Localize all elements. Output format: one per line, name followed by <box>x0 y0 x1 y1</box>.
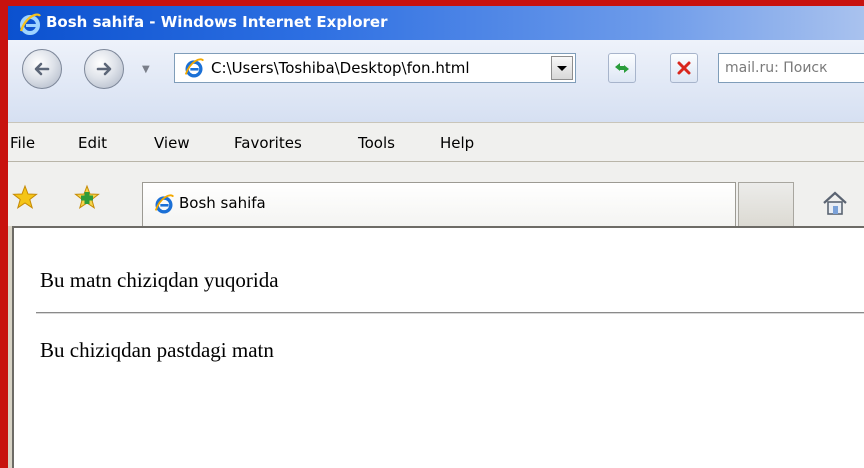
new-tab-button[interactable] <box>738 182 794 226</box>
stop-button[interactable] <box>670 53 698 83</box>
horizontal-rule <box>36 312 864 314</box>
history-dropdown-icon[interactable]: ▼ <box>142 64 150 75</box>
tab-title: Bosh sahifa <box>179 194 266 212</box>
tab-bosh-sahifa[interactable]: Bosh sahifa <box>142 182 736 226</box>
address-dropdown-button[interactable] <box>551 56 573 80</box>
menu-view[interactable]: View <box>154 134 190 152</box>
menu-help[interactable]: Help <box>440 134 474 152</box>
search-input[interactable] <box>719 54 864 82</box>
home-icon[interactable] <box>820 188 850 218</box>
title-bar[interactable]: Bosh sahifa - Windows Internet Explorer <box>8 6 864 40</box>
chevron-down-icon <box>557 66 567 71</box>
menu-bar: File Edit View Favorites Tools Help <box>8 122 864 162</box>
menu-edit[interactable]: Edit <box>78 134 107 152</box>
page-ie-icon <box>184 58 204 78</box>
back-button[interactable] <box>22 49 62 89</box>
back-arrow-icon <box>34 62 50 76</box>
add-favorites-icon[interactable] <box>74 184 100 210</box>
favorites-bar: Bosh sahifa <box>8 162 864 226</box>
address-bar[interactable]: C:\Users\Toshiba\Desktop\fon.html <box>174 53 576 83</box>
text-above-line: Bu matn chiziqdan yuqorida <box>40 268 279 292</box>
search-box[interactable] <box>718 53 864 83</box>
text-below-line: Bu chiziqdan pastdagi matn <box>40 338 274 362</box>
tab-ie-icon <box>154 194 174 214</box>
menu-file[interactable]: File <box>10 134 35 152</box>
favorites-star-icon[interactable] <box>12 184 38 210</box>
window-title: Bosh sahifa - Windows Internet Explorer <box>46 13 388 31</box>
menu-favorites[interactable]: Favorites <box>234 134 302 152</box>
browser-window: Bosh sahifa - Windows Internet Explorer … <box>8 6 864 468</box>
ie-logo-icon <box>19 13 41 35</box>
page-content: Bu matn chiziqdan yuqorida Bu chiziqdan … <box>12 226 864 468</box>
refresh-button[interactable] <box>608 53 636 83</box>
address-url[interactable]: C:\Users\Toshiba\Desktop\fon.html <box>211 59 470 77</box>
forward-button[interactable] <box>84 49 124 89</box>
forward-arrow-icon <box>96 62 112 76</box>
menu-tools[interactable]: Tools <box>358 134 395 152</box>
refresh-icon <box>615 63 629 73</box>
stop-icon <box>677 61 691 75</box>
